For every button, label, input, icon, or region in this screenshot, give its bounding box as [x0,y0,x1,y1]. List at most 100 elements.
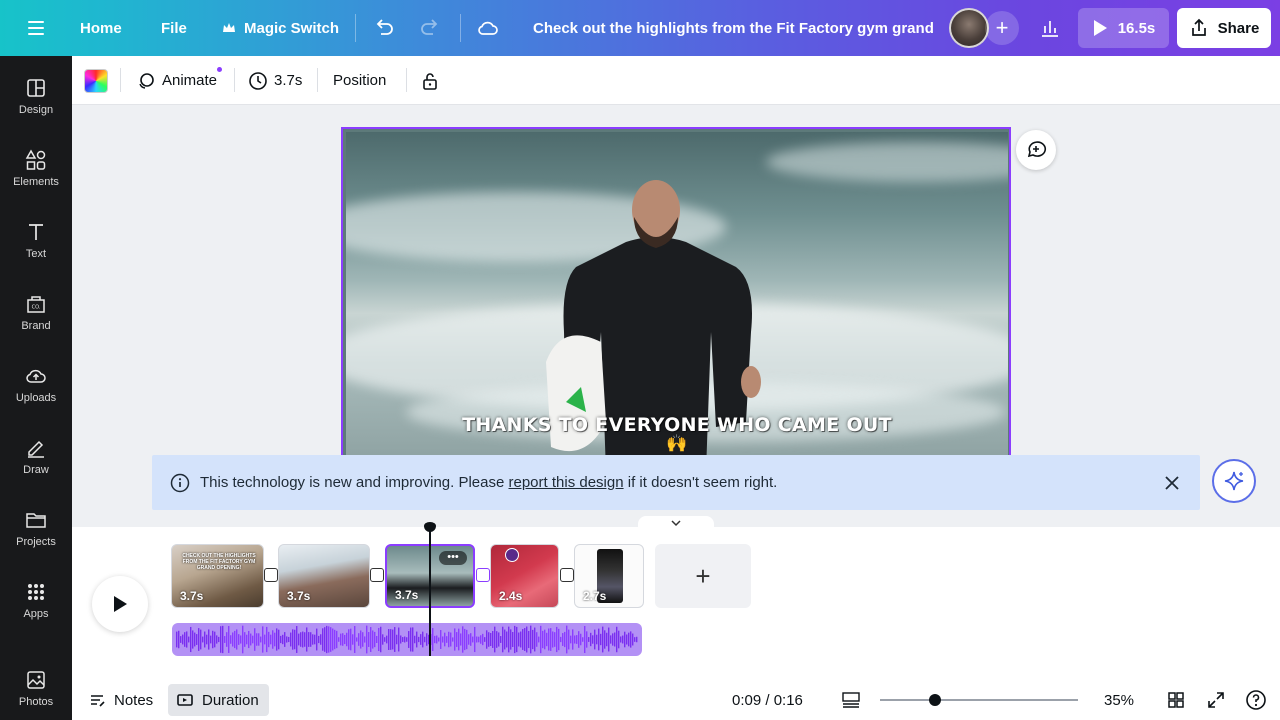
help-icon[interactable] [1245,680,1267,720]
audio-waveform [176,625,638,654]
projects-icon [26,513,46,528]
photos-icon [27,671,45,689]
divider [355,14,356,42]
share-button[interactable]: Share [1177,8,1271,48]
clip-logo [505,548,519,562]
transition-icon[interactable] [370,568,384,582]
more-options-icon[interactable]: ••• [439,551,467,565]
divider [406,68,407,92]
brand-icon: CO. [27,296,45,313]
notes-label: Notes [114,691,154,709]
timeline-clip[interactable]: 2.7s [574,544,644,608]
clock-icon [249,71,267,90]
banner-text-after: if it doesn't seem right. [623,474,778,491]
duration-view-label-wrap[interactable]: Duration [176,680,259,720]
play-duration: 16.5s [1117,19,1156,37]
plus-icon: + [995,15,1009,40]
top-bar: Home File Magic Switch Check out the hig… [0,0,1280,56]
transition-icon[interactable] [264,568,278,582]
timeline-clip[interactable]: 3.7s [278,544,370,608]
play-preview-button[interactable]: 16.5s [1078,8,1169,48]
clip-overlay-text: CHECK OUT THE HIGHLIGHTS FROM THE FIT FA… [182,553,256,571]
undo-icon[interactable] [366,0,402,56]
grid-view-icon[interactable] [1166,680,1186,720]
design-canvas[interactable]: THANKS TO EVERYONE WHO CAME OUT 🙌 [341,127,1011,457]
close-icon[interactable] [1162,473,1182,493]
apps-icon [28,584,44,600]
chevron-down-icon [671,520,681,527]
playhead[interactable] [429,524,431,656]
sidebar-item-label: Design [18,104,54,116]
timeline-clip[interactable]: CHECK OUT THE HIGHLIGHTS FROM THE FIT FA… [171,544,264,608]
avatar[interactable] [949,8,989,48]
design-icon [27,79,45,97]
duration-view-label: Duration [202,691,259,709]
comment-button[interactable] [1016,130,1056,170]
notes-icon [91,695,105,707]
sidebar-item-projects[interactable]: Projects [0,500,72,564]
clip-duration: 3.7s [287,589,311,603]
redo-icon[interactable] [412,0,448,56]
svg-text:CO.: CO. [32,305,41,311]
banner-text-before: This technology is new and improving. Pl… [200,474,509,491]
sidebar: Design Elements Text CO. Brand Uploads D… [0,56,72,720]
report-design-link[interactable]: report this design [509,474,624,491]
layout-toggle-icon[interactable] [841,680,861,720]
zoom-slider-track[interactable] [880,699,1078,701]
animate-icon [139,72,154,89]
caption-emoji: 🙌 [666,434,688,453]
sidebar-item-label: Text [25,248,47,260]
fullscreen-icon[interactable] [1206,680,1226,720]
insights-icon[interactable] [1032,0,1068,56]
file-button[interactable]: File [161,0,187,56]
text-icon [29,224,43,240]
magic-switch-button[interactable]: Magic Switch [222,0,339,56]
draw-icon [28,440,44,458]
plus-icon: + [695,560,711,591]
position-button[interactable]: Position [333,56,386,105]
menu-icon[interactable] [20,0,52,56]
home-button[interactable]: Home [80,0,122,56]
uploads-icon [26,369,46,383]
magic-assistant-button[interactable] [1212,459,1256,503]
sidebar-item-elements[interactable]: Elements [0,140,72,204]
transition-icon[interactable] [476,568,490,582]
zoom-level[interactable]: 35% [1104,680,1134,720]
sidebar-item-draw[interactable]: Draw [0,428,72,492]
timeline-play-button[interactable] [92,576,148,632]
sidebar-item-label: Photos [18,696,54,708]
divider [317,68,318,92]
collapse-timeline-button[interactable] [638,516,714,530]
sidebar-item-brand[interactable]: CO. Brand [0,284,72,348]
divider [120,68,121,92]
divider [234,68,235,92]
notes-button[interactable]: Notes [88,680,153,720]
cloud-save-icon[interactable] [470,0,506,56]
audio-track[interactable] [172,623,642,656]
sidebar-item-photos[interactable]: Photos [0,660,72,720]
magic-switch-label: Magic Switch [244,19,340,37]
design-title[interactable]: Check out the highlights from the Fit Fa… [533,0,933,56]
animate-label: Animate [162,72,218,89]
play-icon [1093,20,1107,36]
timeline-clip[interactable]: 2.4s [490,544,559,608]
duration-icon [177,694,193,706]
add-collaborator-button[interactable]: + [985,11,1019,45]
lock-icon[interactable] [420,56,440,105]
caption-text[interactable]: THANKS TO EVERYONE WHO CAME OUT [346,414,1008,436]
add-clip-button[interactable]: + [655,544,751,608]
share-icon [1191,18,1206,36]
sidebar-item-label: Elements [13,176,59,188]
sidebar-item-text[interactable]: Text [0,212,72,276]
sidebar-item-uploads[interactable]: Uploads [0,356,72,420]
sidebar-item-label: Uploads [15,392,57,404]
transition-icon[interactable] [560,568,574,582]
sidebar-item-apps[interactable]: Apps [0,572,72,636]
sidebar-item-design[interactable]: Design [0,68,72,132]
duration-button[interactable]: 3.7s [248,56,302,105]
crown-icon [223,23,235,32]
color-picker-button[interactable] [84,56,108,105]
sidebar-item-label: Brand [21,320,51,332]
banner-message: This technology is new and improving. Pl… [200,474,777,491]
animate-button[interactable]: Animate [136,56,217,105]
